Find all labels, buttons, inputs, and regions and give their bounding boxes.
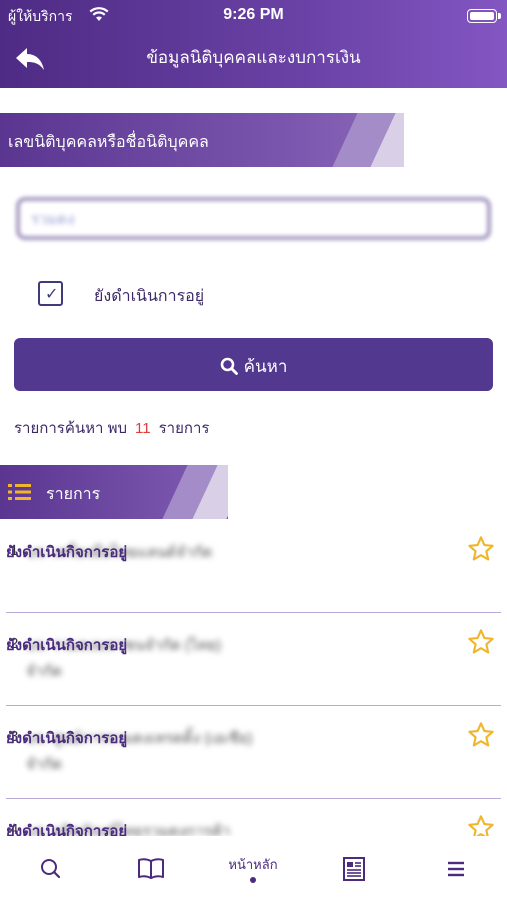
star-icon[interactable] bbox=[467, 628, 495, 656]
search-input[interactable] bbox=[17, 198, 490, 239]
list-icon bbox=[8, 484, 31, 500]
list-item[interactable]: 2. บจ. รวมดงมหาชนจำกัด (ไทย) จำกัด ยังดำ… bbox=[6, 613, 501, 706]
results-list-header: รายการ bbox=[0, 465, 228, 519]
results-list-title: รายการ bbox=[46, 486, 101, 503]
search-icon bbox=[220, 357, 238, 375]
result-summary: รายการค้นหา พบ 11 รายการ bbox=[14, 416, 209, 440]
list-item[interactable]: 1 บจ. เครื่องมือไทยแลนด์จำกัด ยังดำเนินก… bbox=[6, 520, 501, 613]
result-suffix: รายการ bbox=[158, 420, 210, 437]
active-checkbox[interactable]: ✓ bbox=[38, 281, 63, 306]
star-icon[interactable] bbox=[467, 535, 495, 563]
item-status: ยังดำเนินกิจการอยู่ bbox=[6, 730, 128, 747]
check-icon: ✓ bbox=[45, 284, 59, 303]
item-status: ยังดำเนินกิจการอยู่ bbox=[6, 637, 128, 654]
back-arrow-icon[interactable] bbox=[14, 46, 46, 72]
search-icon[interactable] bbox=[30, 852, 70, 886]
active-tab-indicator bbox=[250, 877, 256, 883]
menu-icon[interactable] bbox=[436, 852, 476, 886]
search-section-label: เลขนิติบุคคลหรือชื่อนิติบุคคล bbox=[0, 113, 404, 167]
tab-home[interactable]: หน้าหลัก bbox=[223, 854, 283, 875]
news-icon[interactable] bbox=[334, 852, 374, 886]
active-checkbox-label: ยังดำเนินการอยู่ bbox=[94, 288, 205, 305]
app-screen: ผู้ให้บริการ 9:26 PM ข้อมูลนิติบุคคลและง… bbox=[0, 0, 507, 900]
search-button[interactable]: ค้นหา bbox=[14, 338, 493, 391]
status-bar: ผู้ให้บริการ 9:26 PM bbox=[0, 6, 507, 26]
search-button-label: ค้นหา bbox=[243, 357, 288, 376]
result-prefix: รายการค้นหา พบ bbox=[14, 420, 128, 437]
book-icon[interactable] bbox=[131, 852, 171, 886]
clock: 9:26 PM bbox=[223, 6, 284, 23]
search-section-label-text: เลขนิติบุคคลหรือชื่อนิติบุคคล bbox=[8, 134, 209, 151]
battery-icon bbox=[467, 9, 501, 23]
item-status: ยังดำเนินกิจการอยู่ bbox=[6, 544, 128, 561]
page-title: ข้อมูลนิติบุคคลและงบการเงิน bbox=[146, 48, 361, 67]
app-header: ผู้ให้บริการ 9:26 PM ข้อมูลนิติบุคคลและง… bbox=[0, 0, 507, 88]
list-item[interactable]: 3 บจ. ศูนย์การรวมดงเทรดดิ้ง (เอเชีย) จำก… bbox=[6, 706, 501, 799]
star-icon[interactable] bbox=[467, 721, 495, 749]
result-count: 11 bbox=[135, 420, 151, 437]
